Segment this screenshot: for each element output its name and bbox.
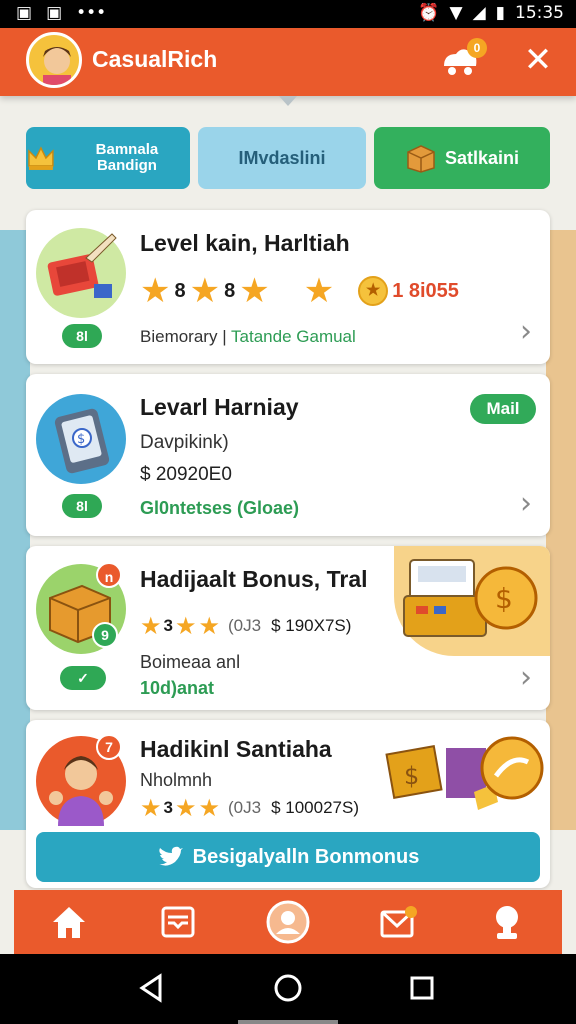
svg-text:$: $ bbox=[77, 432, 85, 447]
star-icon: ★ bbox=[239, 271, 270, 311]
profile-tab[interactable] bbox=[264, 898, 312, 946]
svg-text:$: $ bbox=[404, 762, 419, 790]
alarm-icon: ⏰ bbox=[418, 3, 440, 23]
star-icon: ★ bbox=[140, 271, 171, 311]
wifi-icon: ▼ bbox=[449, 3, 463, 23]
game-thumbnail: $ bbox=[36, 394, 126, 484]
trophy-icon bbox=[496, 906, 519, 939]
bottom-tab-bar bbox=[14, 890, 562, 954]
more-icon: ••• bbox=[76, 3, 107, 23]
list-item[interactable]: 8l Level kain, Harltiah ★ 8 ★ 8 ★ ★ ★ 1 … bbox=[26, 210, 550, 364]
bonus-cta-button[interactable]: Besigalyalln Bonmonus bbox=[36, 832, 540, 882]
tab-imvdaslini[interactable]: IMvdaslini bbox=[198, 127, 366, 189]
rating-row: ★ 3 ★ ★ (0J3 $ 190X7S) bbox=[140, 614, 351, 638]
card-status: Gl0ntetses (Gloae) bbox=[140, 498, 300, 518]
star-icon: ★ bbox=[140, 794, 162, 822]
rating-row: ★ 8 ★ 8 ★ ★ ★ 1 8i055 bbox=[140, 274, 459, 308]
star-badge-icon: ★ bbox=[303, 271, 335, 311]
rating-value: 3 bbox=[163, 798, 173, 817]
home-tab[interactable] bbox=[45, 898, 93, 946]
star-icon: ★ bbox=[140, 612, 162, 640]
price: 1 8i055 bbox=[392, 279, 459, 302]
home-nav-icon[interactable] bbox=[268, 968, 308, 1008]
star-icon: ★ bbox=[189, 271, 221, 311]
home-indicator bbox=[238, 1020, 338, 1024]
tab-satlkaini[interactable]: Satlkaini bbox=[374, 127, 550, 189]
recents-icon[interactable] bbox=[402, 968, 442, 1008]
status-time: 15:35 bbox=[515, 3, 564, 23]
rewards-tab[interactable] bbox=[374, 898, 422, 946]
chevron-right-icon[interactable]: › bbox=[520, 314, 532, 349]
tab-label: Satlkaini bbox=[444, 147, 520, 168]
chevron-right-icon[interactable]: › bbox=[520, 660, 532, 695]
header-pointer bbox=[279, 96, 297, 106]
card-subtitle: Biemorary | Tatande Gamual bbox=[140, 327, 356, 346]
card-description: Boimeaa anl bbox=[140, 652, 241, 672]
level-pill: 8l bbox=[62, 494, 102, 518]
star-icon: ★ bbox=[174, 794, 197, 822]
illustration-gifts: $ bbox=[380, 726, 550, 822]
gallery-icon: ▣ bbox=[16, 3, 33, 23]
illustration-cash: $ bbox=[394, 546, 550, 656]
star-icon: ★ bbox=[174, 612, 197, 640]
list-item[interactable]: $ 8l Levarl Harniay Mail Davpikink) $ 20… bbox=[26, 374, 550, 536]
rating-value: 8 bbox=[174, 279, 186, 302]
rating-value: 3 bbox=[163, 616, 173, 635]
system-nav-bar bbox=[0, 954, 576, 1024]
battery-icon: ▮ bbox=[495, 3, 505, 23]
chevron-right-icon[interactable]: › bbox=[520, 486, 532, 521]
tab-label: IMvdaslini bbox=[238, 147, 326, 168]
star-icon: ★ bbox=[198, 612, 221, 640]
inbox-icon bbox=[161, 906, 195, 938]
list-item[interactable]: n 9 ✓ $ Hadijaalt Bonus, Tral ★ 3 ★ ★ (0… bbox=[26, 546, 550, 710]
card-title: Hadikinl Santiaha bbox=[140, 736, 332, 762]
mail-star-icon bbox=[380, 906, 417, 938]
star-icon: ★ bbox=[198, 794, 221, 822]
subtitle-green: Tatande Gamual bbox=[231, 327, 356, 346]
thumb-badge: 7 bbox=[96, 734, 122, 760]
profile-icon bbox=[266, 900, 310, 944]
card-description: Davpikink) bbox=[140, 432, 229, 453]
price: $ 190X7S) bbox=[271, 616, 352, 635]
app-bar: CasualRich 0 ✕ bbox=[0, 28, 576, 96]
close-button[interactable]: ✕ bbox=[520, 42, 556, 78]
card-subtitle: Nholmnh bbox=[140, 770, 213, 790]
box-icon bbox=[407, 145, 435, 173]
level-pill: 8l bbox=[62, 324, 102, 348]
card-title: Level kain, Harltiah bbox=[140, 230, 350, 256]
avatar[interactable] bbox=[26, 32, 82, 88]
background-right bbox=[546, 230, 576, 830]
thumb-badge: n bbox=[96, 562, 122, 588]
signal-icon: ◢ bbox=[472, 3, 486, 23]
thumb-badge-secondary: 9 bbox=[92, 622, 118, 648]
card-title: Hadijaalt Bonus, Tral bbox=[140, 566, 368, 592]
image-icon: ▣ bbox=[46, 3, 63, 23]
price: $ 20920E0 bbox=[140, 464, 232, 485]
price: $ 100027S) bbox=[271, 798, 359, 817]
subtitle-dark: Biemorary bbox=[140, 327, 218, 346]
rating-extra: (0J3 bbox=[228, 616, 262, 635]
rating-extra: (0J3 bbox=[228, 798, 262, 817]
coin-icon: ★ bbox=[358, 276, 389, 306]
card-title: Levarl Harniay bbox=[140, 394, 299, 420]
mail-badge[interactable]: Mail bbox=[470, 394, 536, 424]
card-status: 10d)anat bbox=[140, 678, 215, 698]
tab-bamnala-bandign[interactable]: Bamnala Bandign bbox=[26, 127, 190, 189]
twitter-bird-icon bbox=[158, 846, 183, 866]
app-title: CasualRich bbox=[92, 46, 218, 72]
back-icon[interactable] bbox=[132, 968, 172, 1008]
check-pill: ✓ bbox=[60, 666, 106, 690]
tab-label: Bamnala Bandign bbox=[95, 141, 159, 174]
game-thumbnail bbox=[36, 228, 126, 318]
rating-row: ★ 3 ★ ★ (0J3 $ 100027S) bbox=[140, 796, 359, 820]
svg-text:$: $ bbox=[495, 582, 513, 615]
trophy-tab[interactable] bbox=[483, 898, 531, 946]
rating-value: 8 bbox=[224, 279, 236, 302]
home-icon bbox=[52, 907, 85, 938]
cta-label: Besigalyalln Bonmonus bbox=[192, 845, 420, 868]
inbox-tab[interactable] bbox=[154, 898, 202, 946]
crown-icon bbox=[28, 146, 54, 170]
status-bar: ▣ ▣ ••• ⏰ ▼ ◢ ▮ 15:35 bbox=[0, 0, 576, 28]
cart-badge: 0 bbox=[467, 38, 487, 58]
